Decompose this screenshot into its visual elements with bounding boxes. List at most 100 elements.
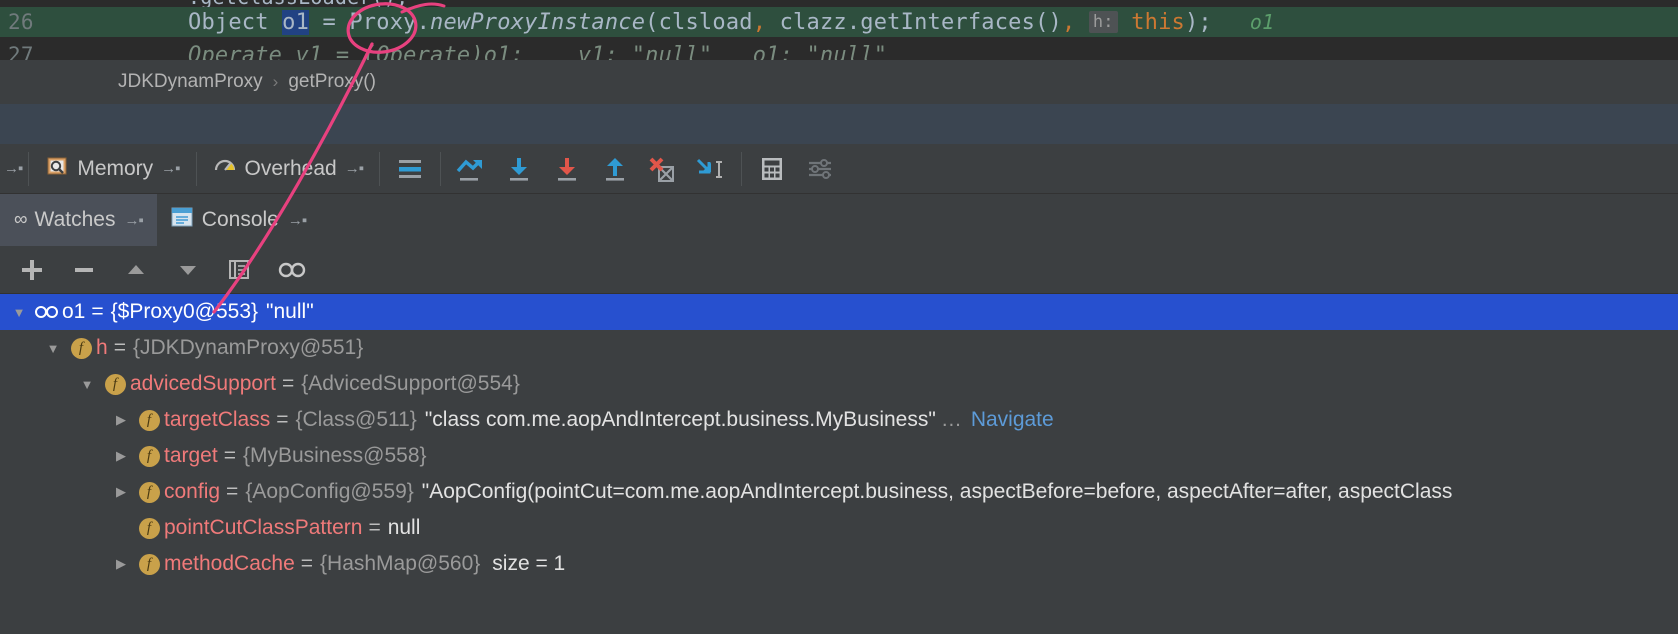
code-token-13: );: [1184, 9, 1212, 35]
force-step-into-icon[interactable]: [543, 147, 591, 191]
toolbar-divider-2: [195, 151, 197, 186]
tree-node-equals: =: [368, 516, 381, 539]
add-watch-button[interactable]: [8, 250, 56, 290]
tab-console[interactable]: Console →▪: [157, 194, 320, 246]
code-token-0: Object: [188, 9, 283, 35]
tree-row[interactable]: f pointCutClassPattern = null: [0, 510, 1678, 546]
chevron-right-icon[interactable]: ▶: [108, 448, 134, 464]
tree-node-name: o1: [62, 300, 86, 323]
debug-tool-window-header: [0, 104, 1678, 144]
tab-memory-label: Memory: [77, 156, 154, 180]
tree-node-equals: =: [226, 480, 239, 503]
remove-watch-button[interactable]: [60, 250, 108, 290]
tree-row[interactable]: ▶ f target = {MyBusiness@558}: [0, 438, 1678, 474]
evaluate-expression-icon[interactable]: [748, 147, 796, 191]
field-badge-letter: f: [104, 373, 126, 395]
tree-node-equals: =: [113, 336, 126, 359]
tree-node-value: {$Proxy0@553}: [110, 300, 259, 323]
tab-overhead[interactable]: Overhead →▪: [203, 144, 374, 194]
tree-node-string: "AopConfig(pointCut=com.me.aopAndInterce…: [421, 480, 1453, 503]
breadcrumb-item-method[interactable]: getProxy(): [288, 71, 376, 93]
field-icon: f: [66, 337, 96, 359]
debugger-toolbar[interactable]: →▪ Memory →▪ Overhead →▪: [0, 144, 1678, 194]
chevron-down-icon[interactable]: ▼: [40, 341, 66, 356]
tree-node-string: "class com.me.aopAndIntercept.business.M…: [424, 408, 936, 431]
tree-row[interactable]: ▼ o1 = {$Proxy0@553} "null": [0, 294, 1678, 330]
field-badge-letter: f: [138, 553, 160, 575]
toolbar-divider-3: [379, 151, 381, 186]
breadcrumb[interactable]: JDKDynamProxy › getProxy(): [0, 60, 1678, 104]
tree-node-name: config: [164, 480, 221, 503]
chevron-down-icon[interactable]: ▼: [74, 377, 100, 392]
breadcrumb-separator-icon: ›: [272, 72, 279, 91]
toolbar-divider: [28, 151, 30, 186]
overhead-pin-icon[interactable]: →▪: [345, 160, 364, 177]
gutter-line-number-current: 26: [0, 7, 103, 37]
tree-row[interactable]: ▶ f targetClass = {Class@511} "class com.me.a…: [0, 402, 1678, 438]
tree-node-value: {Class@511}: [295, 408, 417, 431]
show-execution-point-icon[interactable]: [386, 147, 434, 191]
console-window-icon: [171, 206, 193, 234]
field-icon: f: [100, 373, 130, 395]
run-to-cursor-icon[interactable]: [687, 147, 735, 191]
code-token-2: =: [309, 9, 350, 35]
field-badge-letter: f: [138, 409, 160, 431]
breadcrumb-item-class[interactable]: JDKDynamProxy: [118, 71, 263, 93]
tree-row[interactable]: ▼ f h = {JDKDynamProxy@551}: [0, 330, 1678, 366]
tree-row[interactable]: ▼ f advicedSupport = {AdvicedSupport@554}: [0, 366, 1678, 402]
watches-pin-icon[interactable]: →▪: [124, 212, 143, 229]
memory-pin-icon[interactable]: →▪: [161, 160, 180, 177]
watches-glasses-icon: ∞: [14, 209, 27, 230]
code-editor[interactable]: .getClassLoader(); ∼∼∼∼∼∼∼ 26 Object o1 …: [0, 0, 1678, 60]
tab-watches[interactable]: ∞ Watches →▪: [0, 194, 157, 246]
console-pin-icon[interactable]: →▪: [288, 212, 307, 229]
tree-node-name: advicedSupport: [130, 372, 276, 395]
field-badge-letter: f: [138, 517, 160, 539]
inline-debugger-hint: o1: [1249, 10, 1275, 34]
code-token-8: ,: [1061, 9, 1076, 35]
tree-node-value: {AopConfig@559}: [245, 480, 414, 503]
chevron-right-icon[interactable]: ▶: [108, 556, 134, 572]
chevron-right-icon[interactable]: ▶: [108, 412, 134, 428]
tree-node-name: h: [96, 336, 108, 359]
tab-memory[interactable]: Memory →▪: [35, 144, 189, 194]
move-watch-down-button[interactable]: [164, 250, 212, 290]
tree-row[interactable]: ▶ f methodCache = {HashMap@560} size = 1: [0, 546, 1678, 582]
tree-node-equals: =: [276, 408, 289, 431]
drop-frame-icon[interactable]: [639, 147, 687, 191]
chevron-down-icon[interactable]: ▼: [6, 305, 32, 320]
watches-action-bar[interactable]: [0, 246, 1678, 294]
field-icon: f: [134, 553, 164, 575]
step-over-icon[interactable]: [447, 147, 495, 191]
toolbar-divider-5: [741, 151, 743, 186]
code-line-current[interactable]: 26 Object o1 = Proxy. newProxyInstance (cl…: [0, 7, 1678, 37]
tree-node-equals: =: [281, 372, 295, 395]
tree-node-name: methodCache: [164, 552, 295, 575]
code-token-9: [1075, 10, 1088, 35]
watches-tree[interactable]: ▼ o1 = {$Proxy0@553} "null" ▼ f h = {JDKDynamProx…: [0, 294, 1678, 634]
watches-glasses-button[interactable]: [268, 250, 316, 290]
tree-row[interactable]: ▶ f config = {AopConfig@559} "AopConfig(point…: [0, 474, 1678, 510]
duplicate-watch-button[interactable]: [216, 250, 264, 290]
code-current-text: Object o1 = Proxy. newProxyInstance (clslo…: [188, 9, 1678, 35]
step-into-icon[interactable]: [495, 147, 543, 191]
step-out-icon[interactable]: [591, 147, 639, 191]
code-token-4: newProxyInstance: [430, 9, 646, 35]
move-watch-up-button[interactable]: [112, 250, 160, 290]
code-next-text: Operate v1 = (Operate)o1; v1: "null" o1:…: [188, 42, 888, 61]
tab-console-label: Console: [201, 208, 279, 231]
chevron-right-icon[interactable]: ▶: [108, 484, 134, 500]
navigate-link[interactable]: Navigate: [971, 408, 1054, 432]
debugger-pane-tabs[interactable]: ∞ Watches →▪ Console →▪: [0, 194, 1678, 246]
hide-left-pin-icon[interactable]: →▪: [4, 160, 23, 177]
field-badge-letter: f: [138, 445, 160, 467]
settings-layout-icon[interactable]: [796, 147, 844, 191]
code-token-11: [1118, 10, 1131, 35]
field-icon: f: [134, 517, 164, 539]
code-line-next[interactable]: 27 Operate v1 = (Operate)o1; v1: "null" …: [0, 40, 1678, 61]
watch-glasses-icon: [32, 304, 62, 320]
tree-node-string: "null": [266, 300, 314, 323]
tree-node-name: target: [164, 444, 218, 467]
code-token-7: clazz.getInterfaces(): [766, 9, 1062, 35]
overhead-gauge-icon: [213, 154, 237, 184]
